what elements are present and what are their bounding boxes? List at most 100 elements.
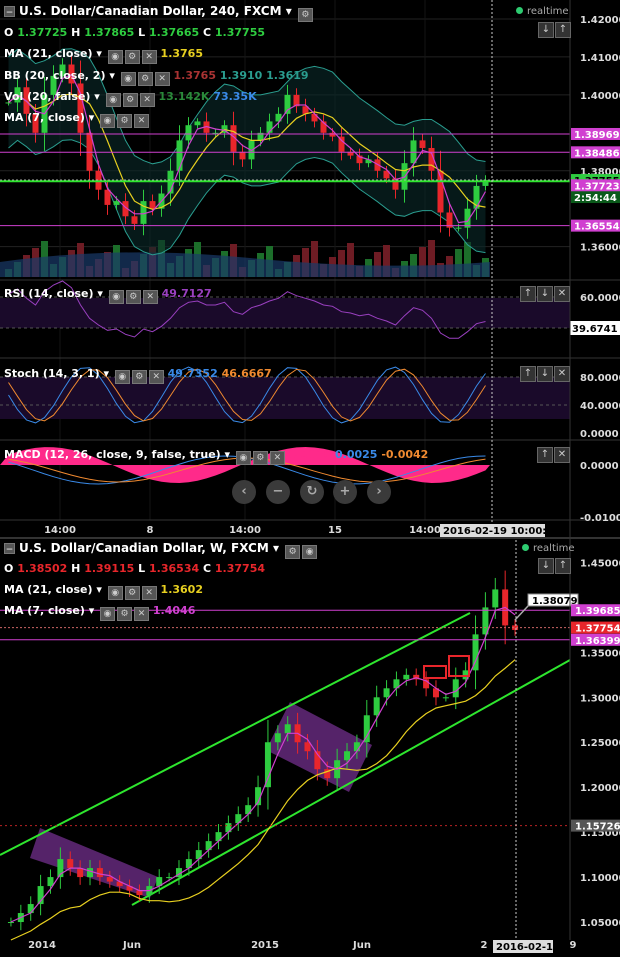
price-tick-label: 1.36000 [580, 243, 620, 254]
candle-body [67, 859, 74, 869]
close-icon[interactable]: ✕ [141, 50, 157, 64]
candle-body [383, 688, 390, 698]
price-tick-label: 1.20000 [580, 783, 620, 794]
eye-icon[interactable]: ◉ [114, 370, 130, 384]
pane-down-icon[interactable]: ↓ [537, 366, 553, 382]
pane-up-icon[interactable]: ↑ [537, 447, 553, 463]
x-tick-label: 8 [147, 525, 154, 536]
candle-body [166, 877, 173, 879]
settings-icon[interactable]: ⚙ [117, 114, 133, 128]
top-chart-title[interactable]: − U.S. Dollar/Canadian Dollar, 240, FXCM … [4, 4, 313, 22]
eye-icon[interactable]: ◉ [107, 50, 123, 64]
chevron-right-icon[interactable]: › [367, 480, 391, 504]
pane-maximize-icon[interactable]: ↑ [520, 286, 536, 302]
macd-tick-label: 0.0000 [580, 461, 619, 472]
close-icon[interactable]: ✕ [154, 72, 170, 86]
price-tick-label: 1.35000 [580, 648, 620, 659]
price-tick-label: 1.42000 [580, 15, 620, 26]
pane-down-icon[interactable]: ↓ [537, 286, 553, 302]
price-tick-label: 1.45000 [580, 558, 620, 569]
candle-body [47, 877, 54, 887]
candle-body [403, 674, 410, 680]
bottom-chart-title[interactable]: − U.S. Dollar/Canadian Dollar, W, FXCM ▾ … [4, 541, 318, 559]
candle-body [7, 922, 14, 924]
scroll-down-icon[interactable]: ↓ [538, 22, 554, 38]
top-bb-legend[interactable]: BB (20, close, 2) ▾ ◉ ⚙ ✕ 1.3765 1.3910 1.… [4, 69, 309, 86]
zoom-out-icon[interactable]: − [266, 480, 290, 504]
bottom-ma7-legend[interactable]: MA (7, close) ▾ ◉ ⚙ ✕ 1.4046 [4, 604, 195, 621]
settings-icon[interactable]: ⚙ [131, 370, 147, 384]
eye-icon[interactable]: ◉ [107, 586, 123, 600]
top-ma21-legend[interactable]: MA (21, close) ▾ ◉ ⚙ ✕ 1.3765 [4, 47, 203, 64]
candle-body [194, 121, 201, 126]
top-realtime-indicator: realtime [516, 6, 569, 17]
candle-body [373, 697, 380, 716]
settings-icon[interactable]: ⚙ [137, 72, 153, 86]
scroll-up-icon[interactable]: ↑ [555, 22, 571, 38]
close-icon[interactable]: ✕ [269, 451, 285, 465]
settings-icon[interactable]: ⚙ [124, 50, 140, 64]
eye-icon[interactable]: ◉ [302, 545, 318, 559]
top-ma7-legend[interactable]: MA (7, close) ▾ ◉ ⚙ ✕ [4, 111, 150, 128]
cursor-time-label: 2016-02-19 10:00:00 [443, 526, 560, 537]
settings-icon[interactable]: ⚙ [297, 8, 313, 22]
candle-body [239, 151, 246, 160]
top-vol-legend[interactable]: Vol (20, false) ▾ ◉ ⚙ ✕ 13.142K 73.35K [4, 90, 257, 107]
stoch-legend[interactable]: Stoch (14, 3, 1) ▾ ◉ ⚙ ✕ 49.7352 46.6667 [4, 367, 272, 384]
x-tick-label: 15 [328, 525, 342, 536]
settings-icon[interactable]: ⚙ [124, 586, 140, 600]
candle-body [344, 751, 351, 761]
scroll-down-icon[interactable]: ↓ [538, 558, 554, 574]
pane-close-icon[interactable]: ✕ [554, 286, 570, 302]
stoch-tick-label: 0.0000 [580, 429, 619, 440]
x-tick-label: 2 [481, 940, 488, 951]
candle-body [113, 201, 120, 205]
price-tag-pointer [514, 605, 529, 621]
close-icon[interactable]: ✕ [139, 93, 155, 107]
x-tick-label: 14:00 [44, 525, 76, 536]
scroll-up-icon[interactable]: ↑ [555, 558, 571, 574]
chevron-left-icon[interactable]: ‹ [232, 480, 256, 504]
collapse-icon[interactable]: − [4, 543, 15, 555]
zoom-in-icon[interactable]: + [333, 480, 357, 504]
close-icon[interactable]: ✕ [134, 607, 150, 621]
price-tick-label: 1.10000 [580, 873, 620, 884]
close-icon[interactable]: ✕ [141, 586, 157, 600]
candle-body [176, 140, 183, 171]
eye-icon[interactable]: ◉ [235, 451, 251, 465]
pane-maximize-icon[interactable]: ↑ [520, 366, 536, 382]
top-ohlc: O 1.37725 H 1.37865 L 1.37665 C 1.37755 [4, 26, 266, 39]
eye-icon[interactable]: ◉ [100, 114, 116, 128]
ma21-line [10, 659, 516, 941]
macd-legend[interactable]: MACD (12, 26, close, 9, false, true) ▾ ◉… [4, 448, 428, 465]
price-tag: 1.15726 [575, 822, 620, 833]
price-tick-label: 1.41000 [580, 53, 620, 64]
candle-body [185, 125, 192, 141]
rsi-legend[interactable]: RSI (14, close) ▾ ◉ ⚙ ✕ 49.7127 [4, 287, 212, 304]
candle-body [87, 868, 94, 878]
close-icon[interactable]: ✕ [142, 290, 158, 304]
settings-icon[interactable]: ⚙ [125, 290, 141, 304]
candle-body [304, 742, 311, 752]
reset-icon[interactable]: ↻ [300, 480, 324, 504]
close-icon[interactable]: ✕ [148, 370, 164, 384]
candle-body [353, 742, 360, 752]
pane-close-icon[interactable]: ✕ [554, 447, 570, 463]
eye-icon[interactable]: ◉ [120, 72, 136, 86]
collapse-icon[interactable]: − [4, 6, 15, 18]
eye-icon[interactable]: ◉ [105, 93, 121, 107]
eye-icon[interactable]: ◉ [100, 607, 116, 621]
settings-icon[interactable]: ⚙ [117, 607, 133, 621]
settings-icon[interactable]: ⚙ [122, 93, 138, 107]
chart-canvas[interactable]: 1.420001.410001.400001.380001.36000 1.38… [0, 0, 620, 953]
close-icon[interactable]: ✕ [134, 114, 150, 128]
bottom-ma21-legend[interactable]: MA (21, close) ▾ ◉ ⚙ ✕ 1.3602 [4, 583, 203, 600]
settings-icon[interactable]: ⚙ [285, 545, 301, 559]
eye-icon[interactable]: ◉ [108, 290, 124, 304]
bottom-title-text: U.S. Dollar/Canadian Dollar, W, FXCM [19, 541, 269, 555]
settings-icon[interactable]: ⚙ [252, 451, 268, 465]
candle-body [106, 877, 113, 882]
pattern-box [30, 828, 158, 898]
x-tick-label: 14:00 [409, 525, 441, 536]
pane-close-icon[interactable]: ✕ [554, 366, 570, 382]
